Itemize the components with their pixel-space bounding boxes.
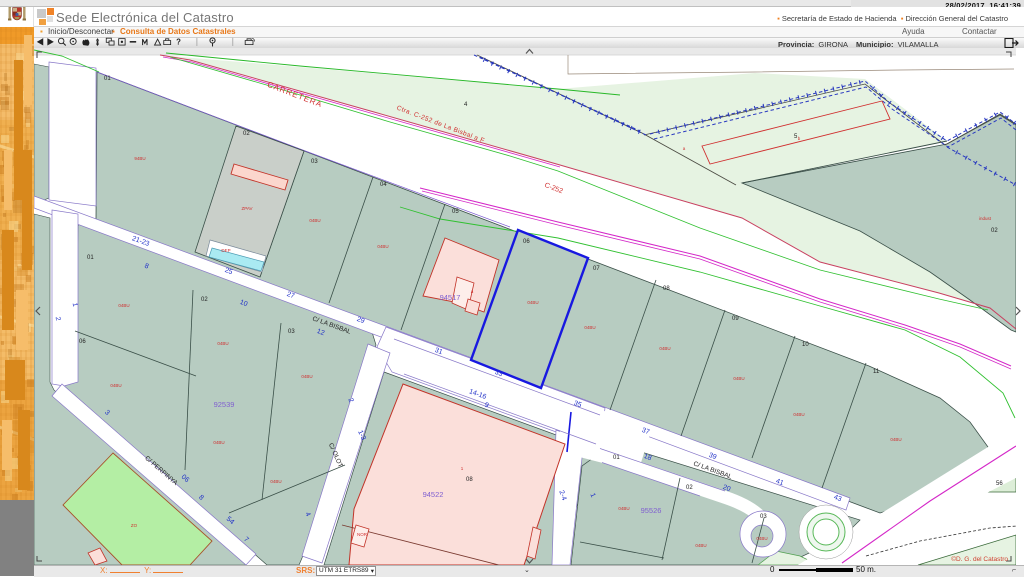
svg-text:04BU: 04BU <box>309 218 320 223</box>
svg-text:04BU: 04BU <box>217 341 228 346</box>
svg-text:56: 56 <box>996 481 1003 487</box>
svg-text:10: 10 <box>802 342 809 348</box>
svg-text:04BU: 04BU <box>527 300 538 305</box>
svg-text:04BU: 04BU <box>695 543 706 548</box>
svg-text:04BU: 04BU <box>618 506 629 511</box>
svg-text:07: 07 <box>593 266 600 272</box>
svg-text:04BU: 04BU <box>659 346 670 351</box>
svg-text:04BU: 04BU <box>213 440 224 445</box>
svg-text:ZPAV: ZPAV <box>241 206 252 211</box>
svg-text:08: 08 <box>466 477 473 483</box>
svg-text:?: ? <box>176 38 181 47</box>
svg-text:ZO: ZO <box>131 523 138 528</box>
svg-text:01: 01 <box>613 455 620 461</box>
svg-text:95526: 95526 <box>641 506 662 515</box>
svg-text:03: 03 <box>760 514 767 520</box>
svg-text:05: 05 <box>452 209 459 215</box>
svg-text:04BU: 04BU <box>733 376 744 381</box>
svg-text:02: 02 <box>201 297 208 303</box>
svg-text:04BU: 04BU <box>301 374 312 379</box>
svg-text:03: 03 <box>311 159 318 165</box>
svg-text:C-252: C-252 <box>543 182 563 195</box>
svg-text:11: 11 <box>873 369 880 375</box>
svg-text:indust: indust <box>979 216 992 221</box>
svg-text:04BU: 04BU <box>584 325 595 330</box>
svg-text:92539: 92539 <box>214 400 235 409</box>
svg-text:04: 04 <box>380 182 387 188</box>
svg-text:03: 03 <box>288 329 295 335</box>
svg-text:©D. G. del Catastro: ©D. G. del Catastro <box>951 555 1008 563</box>
svg-text:94522: 94522 <box>423 490 444 499</box>
svg-text:02: 02 <box>243 131 250 137</box>
svg-text:04BU: 04BU <box>890 437 901 442</box>
svg-text:94517: 94517 <box>440 293 461 302</box>
svg-text:09: 09 <box>732 316 739 322</box>
svg-text:NOR: NOR <box>357 532 368 537</box>
svg-text:04BU: 04BU <box>110 383 121 388</box>
svg-text:04BU: 04BU <box>270 479 281 484</box>
svg-text:04BU: 04BU <box>377 244 388 249</box>
svg-text:06: 06 <box>79 339 86 345</box>
svg-text:02: 02 <box>686 485 693 491</box>
svg-text:01: 01 <box>104 76 111 82</box>
svg-text:04BU: 04BU <box>756 536 767 541</box>
svg-text:06: 06 <box>523 239 530 245</box>
svg-text:DEP: DEP <box>221 248 230 253</box>
svg-text:94BU: 94BU <box>134 156 145 161</box>
svg-text:04BU: 04BU <box>793 412 804 417</box>
svg-text:08: 08 <box>663 286 670 292</box>
svg-text:01: 01 <box>87 255 94 261</box>
svg-text:04BU: 04BU <box>118 303 129 308</box>
svg-text:02: 02 <box>991 228 998 234</box>
